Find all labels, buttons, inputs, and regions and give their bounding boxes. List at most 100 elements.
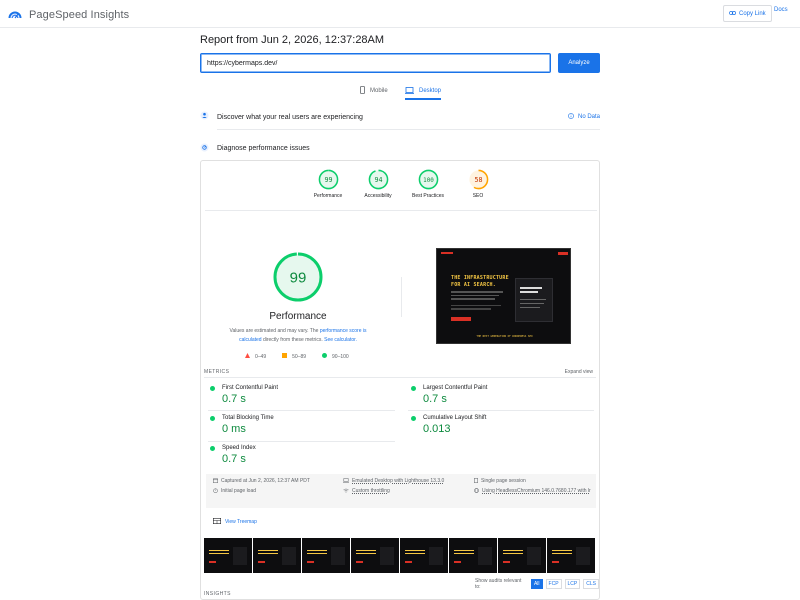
view-treemap-button[interactable]: View Treemap (213, 518, 257, 526)
filmstrip-frame (302, 538, 350, 573)
diagnose-title: Diagnose performance issues (217, 144, 310, 152)
pass-circle-icon (210, 445, 215, 451)
analyze-button[interactable]: Analyze (558, 53, 600, 73)
calculator-link[interactable]: See calculator. (324, 337, 357, 343)
throttling-info[interactable]: Custom throttling (343, 488, 390, 496)
metric-tbt: Total Blocking Time 0 ms (210, 415, 390, 435)
report-title: Report from Jun 2, 2026, 12:37:28AM (200, 34, 385, 46)
copy-link-label: Copy Link (739, 10, 766, 17)
page-icon (474, 478, 478, 486)
session-info: Single page session (474, 478, 526, 486)
tab-desktop[interactable]: Desktop (405, 85, 442, 100)
divider (205, 210, 597, 211)
metric-speed-index: Speed Index 0.7 s (210, 445, 390, 465)
filter-fcp-chip[interactable]: FCP (545, 579, 562, 589)
load-info: Initial page load (213, 488, 256, 496)
laptop-icon (343, 478, 349, 486)
legend-label: 90–100 (332, 353, 349, 360)
filmstrip-frame (498, 538, 546, 573)
metric-value: 0.7 s (222, 453, 246, 465)
category-accessibility[interactable]: 94 Accessibility (353, 169, 403, 199)
pass-circle-icon (322, 353, 328, 360)
device-info[interactable]: Emulated Desktop with Lighthouse 13.3.0 (343, 478, 444, 486)
metric-value: 0.7 s (222, 393, 246, 405)
filter-cls-chip[interactable]: CLS (583, 579, 599, 589)
info-icon (568, 113, 574, 121)
score-gauge: 58 (468, 169, 488, 190)
average-square-icon (282, 353, 288, 360)
link-icon (729, 10, 736, 17)
pass-circle-icon (210, 415, 215, 421)
divider (408, 410, 594, 411)
mobile-icon (360, 86, 365, 96)
legend-label: 50–89 (292, 353, 307, 360)
filter-all-chip[interactable]: All (530, 579, 543, 589)
run-info: Captured at Jun 2, 2026, 12:37 AM PDT In… (206, 474, 596, 508)
tab-mobile[interactable]: Mobile (360, 85, 388, 97)
field-data-title: Discover what your real users are experi… (217, 113, 363, 121)
legend-label: 0–49 (255, 353, 267, 360)
timer-icon (213, 488, 218, 496)
screenshot-body-text (451, 291, 505, 310)
filter-lcp-chip[interactable]: LCP (564, 579, 581, 589)
pass-circle-icon (411, 385, 416, 391)
screenshot-card (515, 278, 553, 322)
filmstrip-frame (400, 538, 448, 573)
legend-item: 0–49 (245, 353, 266, 360)
screenshot-headline: THE INFRASTRUCTURE FOR AI SEARCH. (451, 275, 509, 288)
category-performance[interactable]: 99 Performance (303, 169, 353, 199)
category-label: Best Practices (412, 193, 444, 199)
metrics-header: METRICS (204, 369, 230, 375)
calendar-icon (213, 478, 218, 486)
performance-label: Performance (269, 311, 327, 322)
score-value: 99 (324, 176, 332, 184)
no-data-label: No Data (577, 114, 600, 120)
diagnose-icon (200, 139, 209, 157)
performance-score: 99 (290, 270, 307, 287)
metric-label: Largest Contentful Paint (423, 385, 488, 391)
metric-fcp: First Contentful Paint 0.7 s (210, 385, 390, 405)
score-legend: 0–49 50–89 90–100 (245, 353, 349, 360)
divider (217, 129, 600, 130)
category-best-practices[interactable]: 100 Best Practices (403, 169, 453, 199)
screenshot-nav (441, 252, 568, 255)
filmstrip-frame (204, 538, 252, 573)
metric-value: 0 ms (222, 423, 246, 435)
treemap-label: View Treemap (225, 519, 257, 525)
url-input[interactable] (200, 53, 551, 73)
category-seo[interactable]: 58 SEO (453, 169, 503, 199)
category-label: SEO (472, 193, 484, 199)
explain-text: Values are estimated and may vary. The (229, 328, 319, 334)
lighthouse-report: 99 Performance 94 Accessibility 100 Best… (200, 160, 600, 600)
score-gauge: 100 (418, 169, 438, 190)
page-screenshot: THE INFRASTRUCTURE FOR AI SEARCH. THE NE… (436, 248, 571, 344)
expand-view-toggle[interactable]: Expand view (565, 369, 593, 375)
brand[interactable]: PageSpeed Insights (8, 6, 129, 24)
score-value: 58 (474, 176, 482, 184)
divider (208, 441, 395, 442)
category-scores: 99 Performance 94 Accessibility 100 Best… (303, 169, 503, 199)
globe-icon (474, 488, 479, 496)
copy-link-button[interactable]: Copy Link (723, 5, 772, 22)
top-bar: PageSpeed Insights Copy Link Docs (0, 0, 800, 28)
field-data-section[interactable]: Discover what your real users are experi… (200, 110, 600, 124)
filmstrip-frame (351, 538, 399, 573)
filmstrip-frame (253, 538, 301, 573)
metric-label: First Contentful Paint (222, 385, 279, 391)
filmstrip-frame (547, 538, 595, 573)
no-data-status[interactable]: No Data (568, 113, 600, 121)
audit-filter-label: Show audits relevant to: (475, 578, 522, 590)
docs-link[interactable]: Docs (774, 7, 788, 13)
tab-mobile-label: Mobile (370, 88, 388, 94)
score-explanation: Values are estimated and may vary. The p… (221, 327, 375, 345)
desktop-icon (405, 86, 414, 96)
metric-value: 0.7 s (423, 393, 447, 405)
score-value: 94 (374, 176, 382, 184)
treemap-icon (213, 518, 222, 526)
divider (401, 277, 402, 317)
score-gauge: 99 (318, 169, 338, 190)
browser-info[interactable]: Using HeadlessChromium 146.0.7680.177 wi… (474, 488, 594, 496)
score-gauge: 94 (368, 169, 388, 190)
metric-value: 0.013 (423, 423, 451, 435)
category-label: Performance (313, 193, 343, 199)
